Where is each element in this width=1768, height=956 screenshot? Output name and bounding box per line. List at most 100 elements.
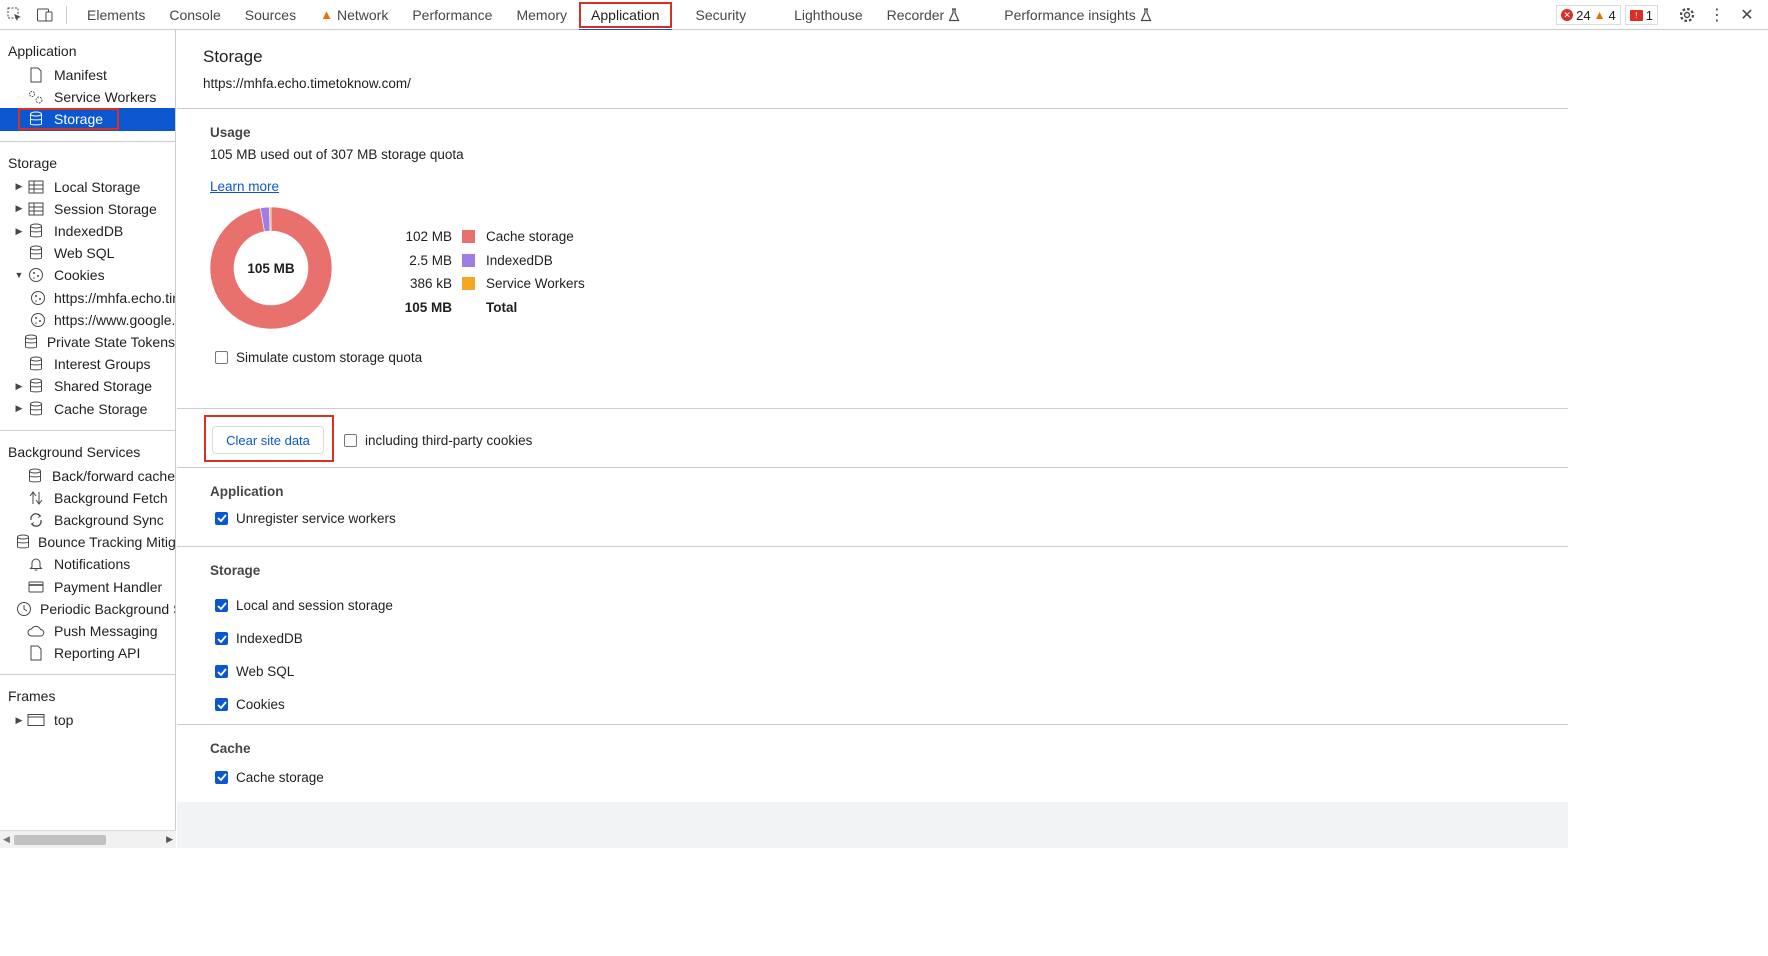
tab-recorder[interactable]: Recorder: [875, 0, 973, 30]
sidebar-item-background-fetch[interactable]: Background Fetch: [0, 487, 175, 509]
sidebar-divider: [0, 674, 175, 676]
sidebar-item-cache-storage[interactable]: ▶ Cache Storage: [0, 397, 175, 419]
issues-counter[interactable]: ! 1: [1624, 5, 1658, 25]
sidebar-item-service-workers[interactable]: Service Workers: [0, 86, 175, 108]
tab-lighthouse[interactable]: Lighthouse: [782, 0, 875, 30]
panel-empty-area: [177, 802, 1568, 848]
scroll-right-icon[interactable]: ▶: [166, 834, 173, 845]
expand-arrow-icon[interactable]: ▶: [14, 181, 24, 192]
clear-site-data-button[interactable]: Clear site data: [212, 426, 324, 454]
legend-row-total: 105 MB Total: [404, 299, 518, 315]
unregister-service-workers-row[interactable]: Unregister service workers: [210, 508, 1568, 528]
third-party-cookies-checkbox-row[interactable]: including third-party cookies: [344, 430, 532, 450]
expand-arrow-icon[interactable]: ▶: [14, 381, 24, 392]
clear-application-section: Application Unregister service workers: [177, 468, 1568, 547]
database-icon: [26, 244, 46, 262]
warning-icon: ▲: [1593, 8, 1606, 22]
sidebar-item-periodic-background-sync[interactable]: Periodic Background Sync: [0, 598, 175, 620]
tab-performance-insights[interactable]: Performance insights: [992, 0, 1164, 30]
document-icon: [26, 644, 46, 662]
flask-icon: [948, 7, 960, 21]
window-right-area: [1568, 30, 1768, 956]
checkbox-checked[interactable]: [215, 632, 228, 645]
collapse-arrow-icon[interactable]: ▼: [14, 270, 24, 280]
sidebar-item-interest-groups[interactable]: Interest Groups: [0, 353, 175, 375]
inspect-element-icon[interactable]: [0, 0, 30, 30]
sidebar-item-cookies[interactable]: ▼ Cookies: [0, 264, 175, 286]
storage-header: Storage https://mhfa.echo.timetoknow.com…: [177, 30, 1568, 109]
checkbox-checked[interactable]: [215, 665, 228, 678]
sidebar-item-shared-storage[interactable]: ▶ Shared Storage: [0, 375, 175, 397]
cookie-icon: [30, 289, 46, 307]
sidebar-item-cookie-origin[interactable]: https://mhfa.echo.timetoknow.com: [0, 287, 175, 309]
tab-sources[interactable]: Sources: [233, 0, 308, 30]
tab-memory[interactable]: Memory: [504, 0, 579, 30]
section-title: Cache: [210, 741, 251, 756]
usage-title: Usage: [210, 125, 251, 140]
sidebar-item-bounce-tracking[interactable]: Bounce Tracking Mitigations: [0, 531, 175, 553]
sidebar-horizontal-scrollbar[interactable]: ◀ ▶: [0, 830, 176, 848]
tab-elements[interactable]: Elements: [75, 0, 157, 30]
frame-icon: [26, 711, 46, 729]
local-session-storage-row[interactable]: Local and session storage: [210, 589, 1568, 622]
device-toolbar-icon[interactable]: [30, 0, 60, 30]
expand-arrow-icon[interactable]: ▶: [14, 715, 24, 726]
sidebar-item-notifications[interactable]: Notifications: [0, 553, 175, 575]
checkbox-checked[interactable]: [215, 770, 228, 784]
clear-cache-section: Cache Cache storage: [177, 725, 1568, 803]
sidebar-item-frame-top[interactable]: ▶ top: [0, 709, 175, 731]
tab-network[interactable]: ▲ Network: [308, 0, 400, 30]
highlight-box: [18, 108, 119, 131]
sync-icon: [26, 511, 46, 529]
sidebar-item-background-sync[interactable]: Background Sync: [0, 509, 175, 531]
scroll-left-icon[interactable]: ◀: [3, 834, 10, 845]
sidebar-item-private-state-tokens[interactable]: Private State Tokens: [0, 331, 175, 353]
highlight-box: [579, 1, 672, 28]
credit-card-icon: [26, 578, 46, 596]
expand-arrow-icon[interactable]: ▶: [14, 203, 24, 214]
sidebar-item-session-storage[interactable]: ▶ Session Storage: [0, 198, 175, 220]
sidebar-item-storage[interactable]: Storage: [0, 108, 175, 131]
warning-icon: ▲: [320, 7, 333, 22]
database-icon: [24, 333, 39, 351]
learn-more-link[interactable]: Learn more: [210, 179, 279, 194]
web-sql-row[interactable]: Web SQL: [210, 655, 1568, 688]
checkbox-checked[interactable]: [215, 511, 228, 525]
checkbox-checked[interactable]: [215, 698, 228, 711]
simulate-quota-checkbox-row[interactable]: Simulate custom storage quota: [210, 347, 1568, 367]
sidebar-item-cookie-origin[interactable]: https://www.google.com: [0, 309, 175, 331]
simulate-quota-checkbox[interactable]: [215, 350, 228, 364]
tab-console[interactable]: Console: [157, 0, 232, 30]
sidebar-section-storage: Storage: [8, 154, 58, 171]
indexeddb-row[interactable]: IndexedDB: [210, 622, 1568, 655]
sidebar-item-indexeddb[interactable]: ▶ IndexedDB: [0, 220, 175, 242]
expand-arrow-icon[interactable]: ▶: [14, 403, 24, 414]
cache-storage-row[interactable]: Cache storage: [210, 767, 1568, 787]
toolbar-right: ✕ 24 ▲ 4 ! 1 ⋮ ✕: [1556, 0, 1768, 30]
tab-performance[interactable]: Performance: [400, 0, 504, 30]
tab-application[interactable]: Application: [579, 0, 672, 31]
checkbox-checked[interactable]: [215, 599, 228, 612]
legend-swatch: [462, 253, 475, 267]
page-title: Storage: [203, 47, 263, 66]
close-icon[interactable]: ✕: [1732, 0, 1762, 30]
storage-panel: Storage https://mhfa.echo.timetoknow.com…: [177, 30, 1568, 848]
scrollbar-thumb[interactable]: [14, 835, 106, 845]
sidebar-item-local-storage[interactable]: ▶ Local Storage: [0, 176, 175, 198]
sidebar-item-reporting-api[interactable]: Reporting API: [0, 642, 175, 664]
sidebar-item-manifest[interactable]: Manifest: [0, 64, 175, 86]
sidebar-item-payment-handler[interactable]: Payment Handler: [0, 576, 175, 598]
sidebar-item-web-sql[interactable]: Web SQL: [0, 242, 175, 264]
cookies-row[interactable]: Cookies: [210, 688, 1568, 721]
clear-storage-section: Storage Local and session storage Indexe…: [177, 547, 1568, 725]
clear-data-section: Clear site data including third-party co…: [177, 409, 1568, 468]
issue-counters[interactable]: ✕ 24 ▲ 4: [1556, 5, 1621, 25]
sidebar-item-push-messaging[interactable]: Push Messaging: [0, 620, 175, 642]
sidebar-section-frames: Frames: [8, 688, 56, 705]
tab-security[interactable]: Security: [684, 0, 759, 30]
settings-gear-icon[interactable]: [1672, 0, 1702, 30]
expand-arrow-icon[interactable]: ▶: [14, 226, 24, 237]
more-options-icon[interactable]: ⋮: [1702, 0, 1732, 30]
third-party-cookies-checkbox[interactable]: [344, 433, 357, 447]
sidebar-item-back-forward-cache[interactable]: Back/forward cache: [0, 465, 175, 487]
